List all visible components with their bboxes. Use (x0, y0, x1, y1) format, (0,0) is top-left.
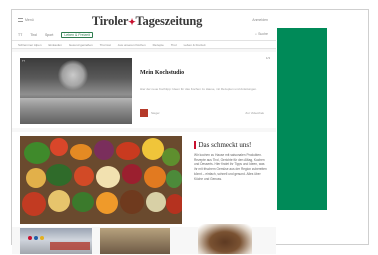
subnav-item[interactable]: Sport (45, 33, 53, 37)
bottom-teaser-image[interactable] (20, 228, 92, 254)
vegetable-shape (24, 142, 50, 164)
image-caption: TT (22, 60, 26, 63)
subnav-item[interactable]: TT (18, 33, 22, 37)
site-header: Menü Tiroler✦Tageszeitung Anmelden TT Ti… (12, 10, 276, 40)
vegetable-shape (74, 166, 94, 186)
vegetable-shape (120, 190, 144, 214)
vegetable-shape (96, 166, 120, 188)
vegetable-shape (50, 138, 68, 156)
site-logo[interactable]: Tiroler✦Tageszeitung (82, 14, 212, 29)
vegetable-shape (26, 168, 46, 188)
vegetable-shape (166, 170, 182, 188)
menu-label: Menü (25, 18, 34, 22)
top-article-image[interactable]: TT (20, 58, 132, 124)
steam-shape (58, 60, 88, 90)
section-item[interactable]: Rezepte (153, 43, 164, 47)
feature-title[interactable]: Das schmeckt uns! (194, 141, 251, 149)
feature-title-text: Das schmeckt uns! (198, 141, 252, 149)
more-link[interactable]: Zur Videothek (245, 111, 264, 115)
table-shape (20, 98, 132, 124)
login-link[interactable]: Anmelden (252, 18, 268, 22)
vegetable-shape (46, 164, 72, 186)
section-item[interactable]: Schlemmer Alpen (18, 43, 42, 47)
eagle-icon: ✦ (128, 17, 136, 27)
section-nav: Schlemmer Alpen Einkaufen Gesund genieße… (12, 40, 276, 49)
bottom-teaser-image[interactable] (198, 224, 252, 254)
vegetable-shape (70, 144, 92, 160)
top-article-title[interactable]: Mein Kochstudio (140, 70, 184, 76)
top-article-description: Hier der neue Kochtipp: Ideen für das Ko… (140, 87, 257, 91)
feature-article[interactable]: Das schmeckt uns! Wir kochen zu Hause mi… (12, 132, 276, 227)
section-item[interactable]: Tirol isst (100, 43, 111, 47)
vegetables-image[interactable] (20, 136, 182, 224)
page: Menü Tiroler✦Tageszeitung Anmelden TT Ti… (12, 10, 276, 254)
section-item[interactable]: Gesund genießen (69, 43, 93, 47)
accent-bar (194, 141, 196, 149)
logo-dots (28, 236, 44, 240)
vegetable-shape (96, 192, 118, 214)
vegetable-shape (22, 192, 46, 216)
section-item[interactable]: Tirol (171, 43, 177, 47)
hamburger-icon (18, 18, 23, 22)
train-shape (50, 242, 90, 250)
vegetable-shape (146, 192, 166, 212)
vegetable-shape (122, 164, 142, 184)
menu-button[interactable]: Menü (18, 18, 34, 22)
vegetable-shape (116, 142, 140, 160)
dot (28, 236, 32, 240)
feature-text: Wir kochen zu Hause mit saisonalen Produ… (194, 153, 267, 181)
source-avatar (140, 109, 148, 117)
article-counter: 1/3 (265, 56, 270, 60)
vegetable-shape (162, 148, 180, 166)
vegetable-shape (142, 138, 164, 160)
subnav: TT Tirol Sport Leben & Freizeit (18, 32, 93, 38)
search-label: Suche (258, 32, 268, 36)
vegetable-shape (94, 140, 114, 160)
logo-left: Tiroler (91, 14, 129, 28)
subnav-item-active[interactable]: Leben & Freizeit (61, 32, 93, 38)
bottom-teaser-image[interactable] (100, 228, 170, 254)
vegetable-shape (72, 192, 94, 212)
section-item[interactable]: Einkaufen (49, 43, 62, 47)
section-item[interactable]: Leben & Freizeit (184, 43, 206, 47)
logo-right: Tageszeitung (135, 14, 203, 28)
top-article[interactable]: TT 1/3 Mein Kochstudio Hier der neue Koc… (12, 52, 276, 128)
dot (34, 236, 38, 240)
vegetable-shape (48, 190, 70, 212)
advertisement-panel[interactable] (277, 28, 327, 210)
section-item[interactable]: Aus unseren Küchen (118, 43, 146, 47)
vegetable-shape (166, 194, 182, 214)
search-link[interactable]: ⌕ Suche (255, 32, 268, 36)
subnav-item[interactable]: Tirol (30, 33, 37, 37)
vegetable-shape (144, 166, 166, 188)
source-label: Sieger (151, 111, 160, 115)
dot (40, 236, 44, 240)
